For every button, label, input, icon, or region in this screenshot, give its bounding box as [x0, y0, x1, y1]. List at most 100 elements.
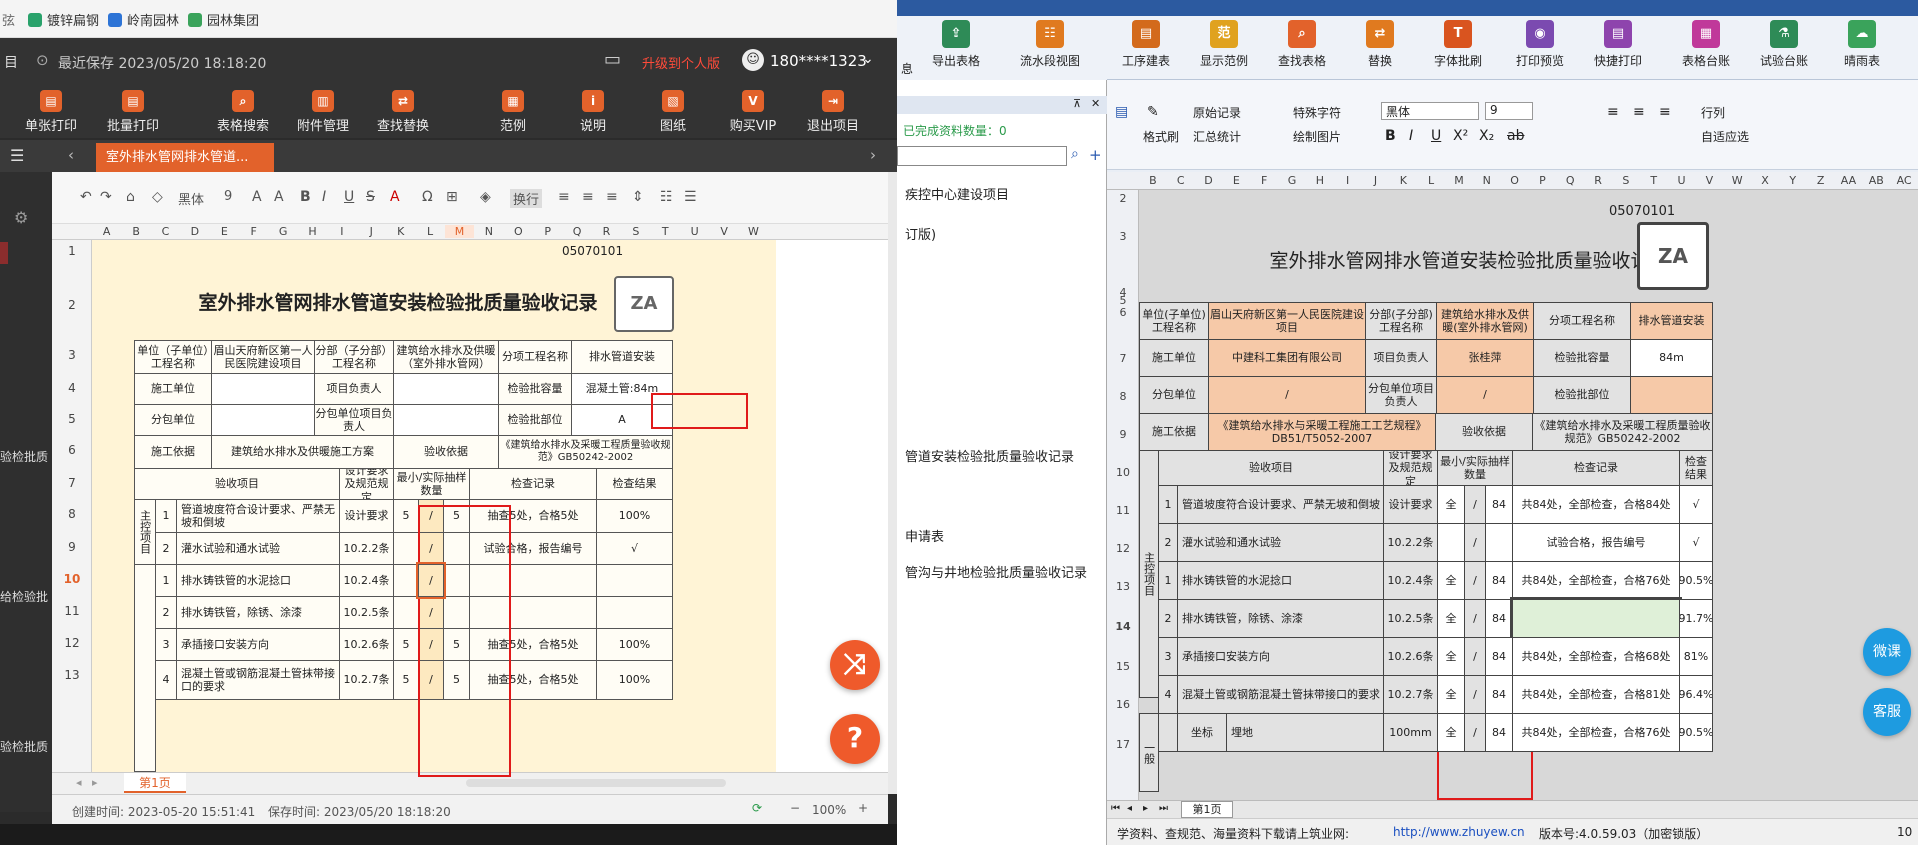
font-color-icon[interactable]: A [390, 189, 400, 205]
table-search-button[interactable]: ⌕ 表格搜索 [198, 90, 288, 134]
item-act[interactable] [443, 596, 470, 629]
bookmark-1[interactable]: 镀锌扁钢 [28, 10, 99, 29]
row-header-9[interactable]: 9 [1107, 428, 1139, 441]
column-header-Y[interactable]: Y [1779, 174, 1807, 187]
item-record[interactable]: 抽查5处，合格5处 [469, 660, 597, 700]
item-act[interactable]: 84 [1485, 675, 1513, 714]
eraser-icon[interactable]: ◇ [152, 189, 163, 205]
item-record[interactable] [469, 564, 597, 597]
item-act[interactable] [1485, 523, 1513, 562]
item-result[interactable]: 90.5% [1679, 561, 1713, 600]
bold-icon[interactable]: B [1385, 128, 1396, 144]
item-record[interactable]: 共84处，全部检查，合格84处 [1512, 485, 1680, 524]
column-header-D[interactable]: D [1195, 174, 1223, 187]
column-header-AB[interactable]: AB [1862, 174, 1890, 187]
row-header-13[interactable]: 13 [52, 668, 92, 682]
item-act[interactable]: 5 [443, 660, 470, 700]
process-table-button[interactable]: ▤ 工序建表 [1107, 20, 1185, 69]
item-min[interactable] [393, 596, 419, 629]
row-header-13[interactable]: 13 [1107, 580, 1139, 593]
column-header-M[interactable]: M [1445, 174, 1473, 187]
column-header-G[interactable]: G [268, 225, 297, 238]
item-result[interactable]: √ [1679, 485, 1713, 524]
item-record[interactable]: 共84处，全部检查，合格68处 [1512, 637, 1680, 676]
help-icon[interactable]: ? [830, 714, 880, 764]
column-header-S[interactable]: S [1612, 174, 1640, 187]
user-phone[interactable]: 180****1323 [770, 52, 867, 70]
align-center-icon[interactable]: ≡ [582, 189, 594, 205]
item-result[interactable] [596, 596, 673, 629]
font-select[interactable]: 黑体 [1381, 102, 1479, 120]
print-single-button[interactable]: ▤ 单张打印 [6, 90, 96, 134]
row-header-7[interactable]: 7 [1107, 352, 1139, 365]
menu-icon[interactable]: ☰ [10, 146, 24, 165]
column-header-AA[interactable]: AA [1835, 174, 1863, 187]
next-sheet-icon[interactable]: ▸ [1143, 803, 1148, 814]
weather-button[interactable]: ☁ 晴雨表 [1823, 20, 1901, 69]
item-value[interactable]: 排水管道安装 [571, 340, 673, 374]
row-header-12[interactable]: 12 [52, 636, 92, 650]
row-header-11[interactable]: 11 [1107, 504, 1139, 517]
item-result[interactable]: √ [1679, 523, 1713, 562]
item-min[interactable] [393, 564, 419, 597]
item-spec[interactable]: 100mm [1383, 713, 1438, 752]
pin-icon[interactable]: ⊼ [1073, 97, 1081, 110]
avatar[interactable]: ☺ [742, 49, 764, 71]
font-grow-icon[interactable]: A [252, 189, 262, 205]
row-header-8[interactable]: 8 [1107, 390, 1139, 403]
sheet-tab-page1[interactable]: 第1页 [1181, 801, 1233, 818]
builder-value[interactable] [211, 373, 315, 405]
brush-icon[interactable]: ✎ [1147, 104, 1159, 120]
accept-basis-value[interactable]: 《建筑给水排水及采暖工程质量验收规范》GB50242-2002 [1532, 413, 1713, 451]
share-icon[interactable]: ⤨ [830, 640, 880, 690]
table-ledger-button[interactable]: ▦ 表格台账 [1667, 20, 1745, 69]
row-header-4[interactable]: 4 [52, 381, 92, 395]
item-act[interactable] [443, 532, 470, 565]
chat-icon[interactable]: ▭ [604, 49, 621, 70]
item-act[interactable]: 5 [443, 628, 470, 661]
item-result[interactable]: √ [596, 532, 673, 565]
column-header-L[interactable]: L [415, 225, 444, 238]
basis-value[interactable]: 《建筑给水排水与采暖工程施工工艺规程》DB51/T5052-2007 [1208, 413, 1436, 451]
column-header-K[interactable]: K [1389, 174, 1417, 187]
item-result[interactable]: 96.4% [1679, 675, 1713, 714]
summary-button[interactable]: 汇总统计 [1193, 128, 1241, 145]
subcon-pm-value[interactable] [393, 404, 499, 436]
row-header-2[interactable]: 2 [52, 298, 92, 312]
item-min[interactable]: 全 [1437, 599, 1465, 638]
zoom-out-icon[interactable]: − [790, 801, 800, 815]
item-spec[interactable]: 设计要求 [339, 499, 394, 533]
list-icon[interactable]: ☷ [660, 189, 673, 205]
item-slash[interactable]: / [418, 499, 444, 533]
pm-value[interactable]: 张桂萍 [1436, 339, 1534, 377]
strike-icon[interactable]: ab [1507, 128, 1524, 144]
tree-item-4[interactable]: 申请表 [905, 526, 944, 545]
customer-service-button[interactable]: 客服 [1863, 688, 1911, 736]
quick-print-button[interactable]: ▤ 快捷打印 [1579, 20, 1657, 69]
column-header-A[interactable]: A [92, 225, 121, 238]
basis-value[interactable]: 建筑给水排水及供暖施工方案 [211, 435, 394, 469]
part-value[interactable] [1630, 376, 1713, 414]
column-header-AC[interactable]: AC [1890, 174, 1918, 187]
item-spec[interactable]: 10.2.2条 [339, 532, 394, 565]
row-col-button[interactable]: 行列 [1701, 104, 1725, 121]
column-header-U[interactable]: U [680, 225, 709, 238]
chevron-left-icon[interactable]: ◂ [76, 776, 82, 789]
item-min[interactable]: 全 [1437, 637, 1465, 676]
sub-value[interactable]: 建筑给水排水及供暖(室外排水管网) [1436, 302, 1534, 340]
strikethrough-icon[interactable]: S [366, 189, 375, 205]
tree-item-3[interactable]: 管道安装检验批质量验收记录 [905, 446, 1074, 465]
column-header-H[interactable]: H [1306, 174, 1334, 187]
print-preview-button[interactable]: ◉ 打印预览 [1501, 20, 1579, 69]
column-header-C[interactable]: C [1167, 174, 1195, 187]
help-button[interactable]: i 说明 [548, 90, 638, 134]
format-painter-icon[interactable]: ⌂ [126, 189, 135, 205]
align-right-icon[interactable]: ≡ [1659, 104, 1671, 120]
column-header-L[interactable]: L [1417, 174, 1445, 187]
bookmark-2[interactable]: 岭南园林 [108, 10, 179, 29]
accept-basis-value[interactable]: 《建筑给水排水及采暖工程质量验收规范》GB50242-2002 [498, 435, 673, 469]
special-char-button[interactable]: 特殊字符 [1293, 104, 1341, 121]
size-select[interactable]: 9 [1485, 102, 1533, 120]
row-header-6[interactable]: 6 [1107, 306, 1139, 319]
row-header-14[interactable]: 14 [1107, 620, 1139, 633]
